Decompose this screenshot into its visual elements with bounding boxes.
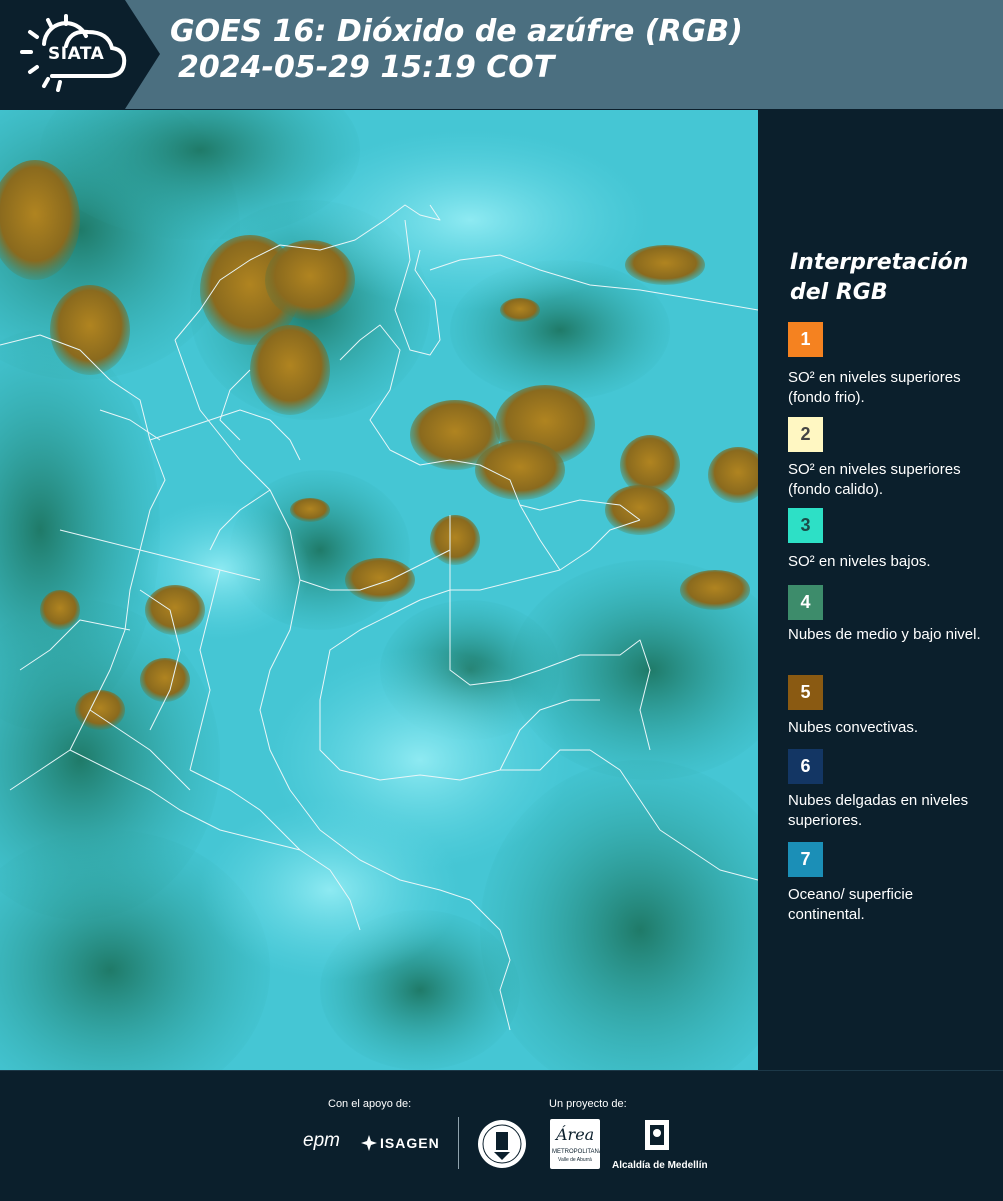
area-logo-line3: Valle de Aburrá (558, 1157, 592, 1163)
satellite-map (0, 110, 758, 1070)
legend-swatch-5: 5 (788, 675, 823, 710)
legend-label-1: SO² en niveles superiores (fondo frio). (788, 369, 961, 406)
legend-swatch-1: 1 (788, 322, 823, 357)
header-bar: SIATA GOES 16: Dióxido de azúfre (RGB) 2… (0, 0, 1003, 109)
legend-label-5: Nubes convectivas. (788, 719, 919, 736)
legend-label-6: Nubes delgadas en niveles superiores. (788, 792, 969, 829)
legend-label-4: Nubes de medio y bajo nivel. (788, 626, 981, 643)
legend-swatch-4: 4 (788, 585, 823, 620)
isagen-logo: ISAGEN (380, 1135, 440, 1151)
legend-swatch-7: 7 (788, 842, 823, 877)
area-logo-word: Área (556, 1125, 595, 1144)
footer-divider (458, 1117, 459, 1169)
alcaldia-shield-icon (645, 1120, 669, 1150)
legend-swatch-2: 2 (788, 417, 823, 452)
medellin-seal-icon (478, 1120, 526, 1168)
support-label: Con el apoyo de: (328, 1098, 412, 1110)
legend-swatch-3: 3 (788, 508, 823, 543)
isagen-star-icon (361, 1135, 377, 1151)
legend-panel: Interpretación del RGB 1 SO² en niveles s… (762, 110, 1003, 1070)
title-line-2: 2024-05-29 15:19 COT (178, 50, 555, 85)
alcaldia-logo: Alcaldía de Medellín (612, 1160, 708, 1171)
title-line-1: GOES 16: Dióxido de azúfre (RGB) (170, 14, 743, 49)
project-label: Un proyecto de: (549, 1098, 627, 1110)
logo-block: SIATA (0, 0, 160, 109)
legend-title: Interpretación del RGB (790, 250, 969, 305)
legend-label-3: SO² en niveles bajos. (788, 553, 931, 570)
legend-label-7: Oceano/ superficie continental. (788, 886, 914, 923)
page-title: GOES 16: Dióxido de azúfre (RGB) 2024-05… (170, 14, 743, 86)
area-metropolitana-logo: Área METROPOLITANA Valle de Aburrá (550, 1119, 603, 1169)
logo-text: SIATA (48, 44, 105, 64)
area-logo-line2: METROPOLITANA (552, 1149, 603, 1155)
footer: Con el apoyo de: Un proyecto de: epm ISA… (0, 1070, 1003, 1201)
epm-logo: epm (303, 1130, 340, 1151)
legend-swatch-6: 6 (788, 749, 823, 784)
legend-label-2: SO² en niveles superiores (fondo calido)… (788, 461, 961, 498)
